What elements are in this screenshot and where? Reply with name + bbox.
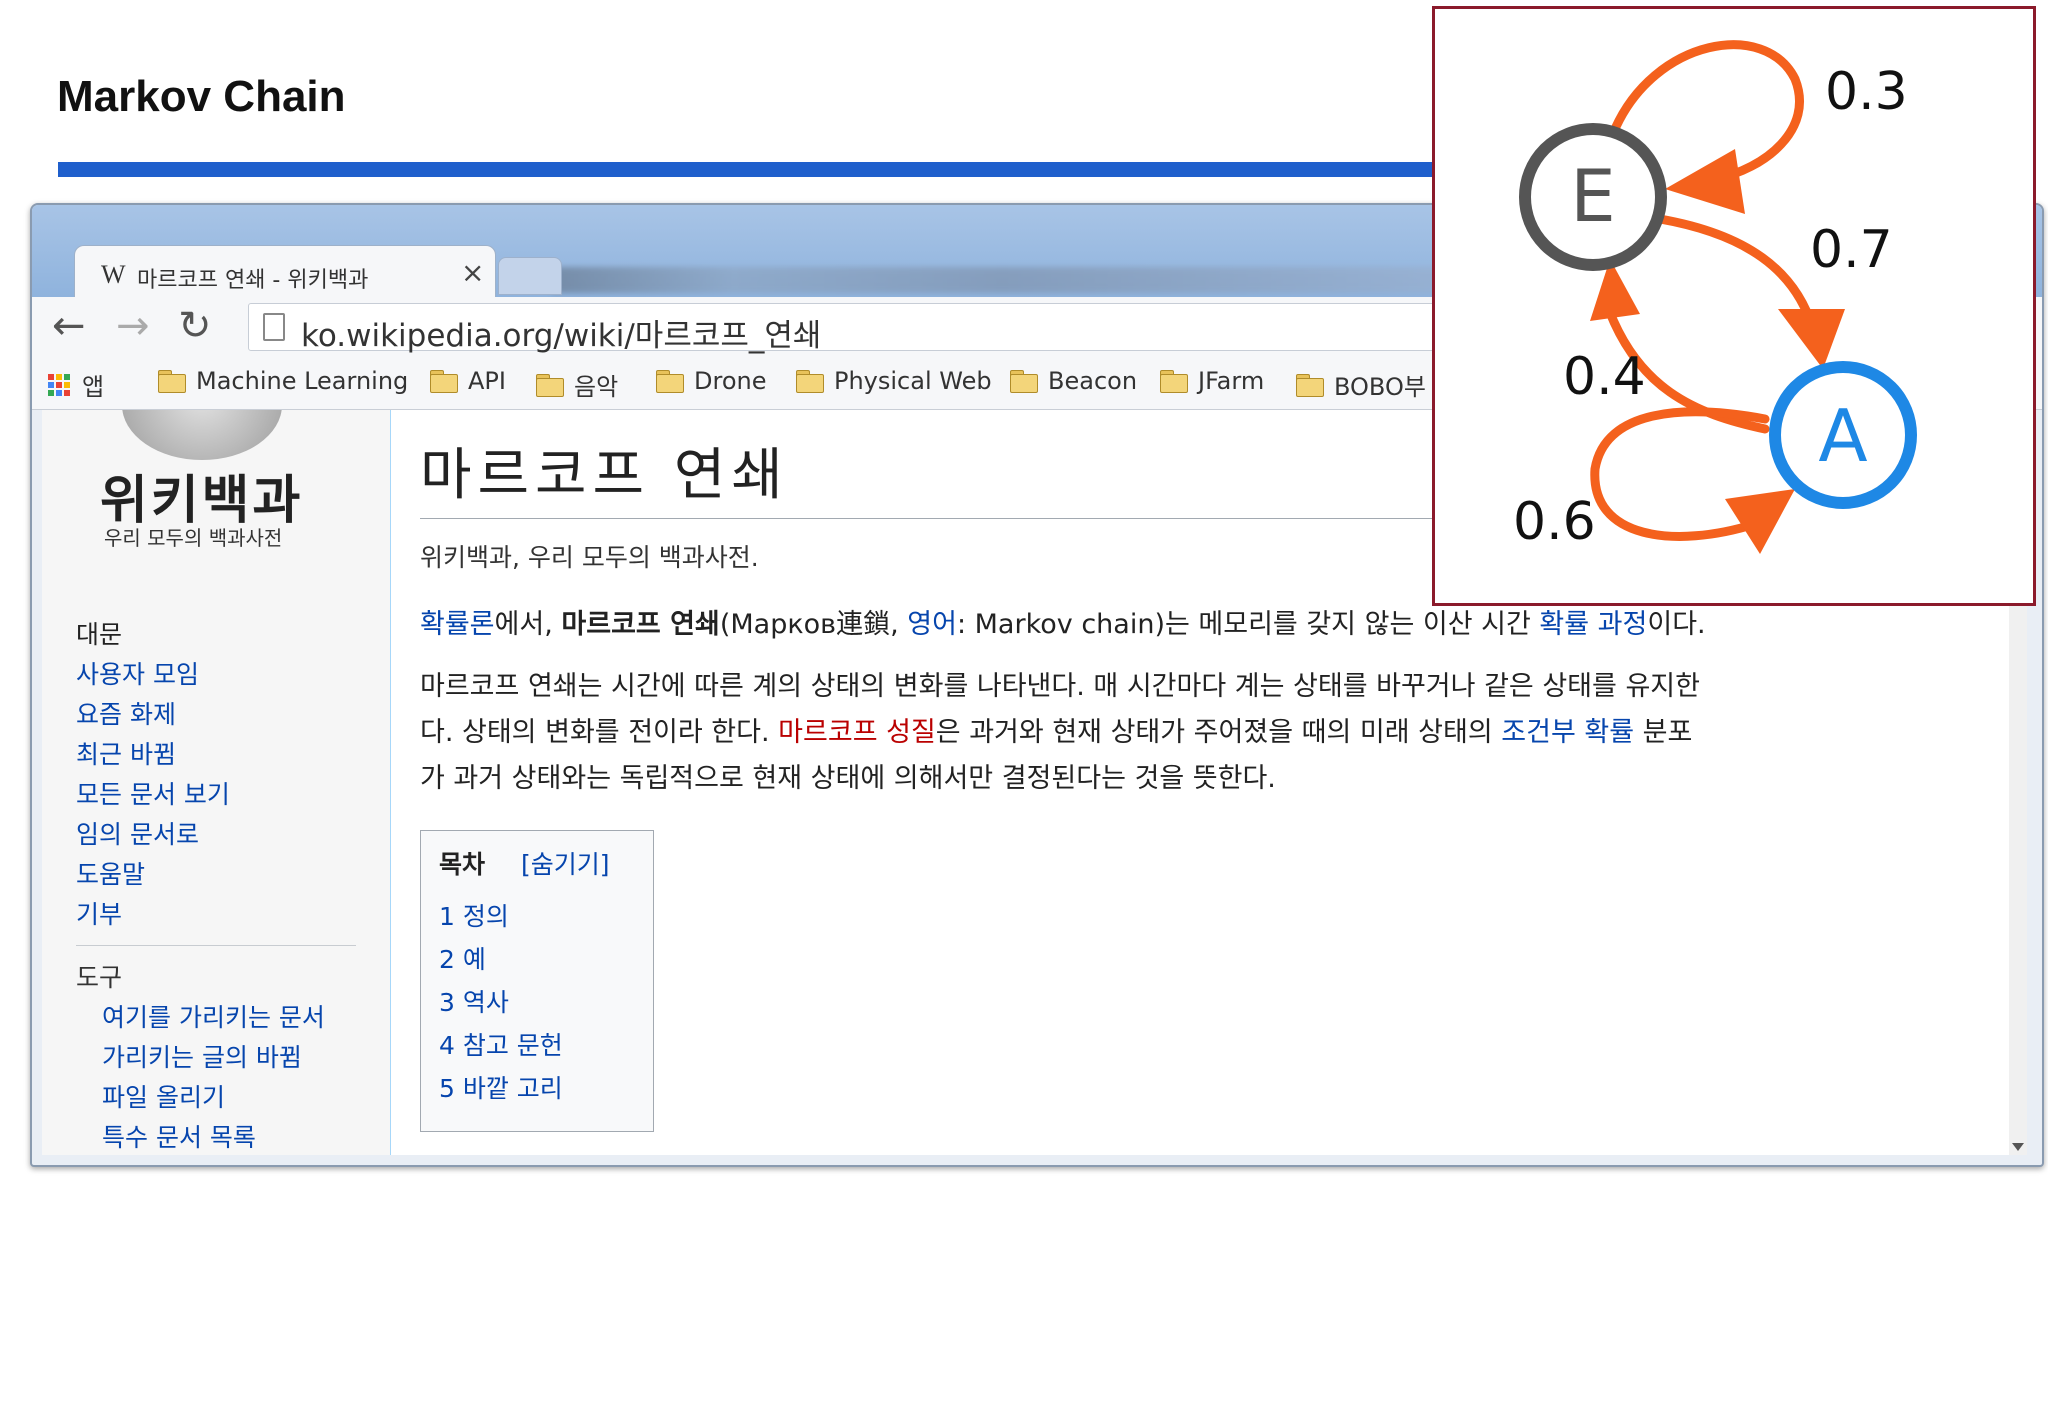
page-icon <box>263 313 285 341</box>
nav-main-page[interactable]: 대문 <box>76 615 122 651</box>
toc-item-history[interactable]: 3 역사 <box>439 983 509 1019</box>
body-paragraph-line-2: 다. 상태의 변화를 전이라 한다. 마르코프 성질은 과거와 현재 상태가 주… <box>420 710 1980 756</box>
bookmark-label: 앱 <box>82 373 105 401</box>
folder-icon <box>536 373 564 397</box>
intro-paragraph: 확률론에서, 마르코프 연쇄(Марков連鎖, 영어: Markov chai… <box>420 602 1980 648</box>
table-of-contents: 목차 [숨기기] 1 정의 2 예 3 역사 4 참고 문헌 5 바깥 고리 <box>420 830 654 1132</box>
nav-recent-changes[interactable]: 최근 바뀜 <box>76 735 176 771</box>
text-segment: 다. 상태의 변화를 전이라 한다. <box>420 717 779 748</box>
prob-e-to-a: 0.7 <box>1810 220 1893 280</box>
text-segment: (Марков連鎖, <box>719 609 908 640</box>
bookmark-apps[interactable]: 앱 <box>48 367 104 402</box>
folder-icon <box>796 370 824 393</box>
tab-title: 마르코프 연쇄 - 위키백과 <box>137 268 369 293</box>
nav-help[interactable]: 도움말 <box>76 855 145 891</box>
article-subtitle: 위키백과, 우리 모두의 백과사전. <box>420 543 759 572</box>
article-title: 마르코프 연쇄 <box>420 443 789 508</box>
toc-item-definition[interactable]: 1 정의 <box>439 897 509 933</box>
folder-icon <box>158 370 186 393</box>
bookmark-label: Physical Web <box>834 367 992 395</box>
bookmark-label: JFarm <box>1198 367 1265 395</box>
reload-icon[interactable]: ↻ <box>178 303 212 349</box>
text-segment: 이다. <box>1647 609 1706 640</box>
wikipedia-favicon-icon: W <box>101 260 126 289</box>
folder-icon <box>656 370 684 393</box>
link-probability-theory[interactable]: 확률론 <box>420 609 495 640</box>
nav-donate[interactable]: 기부 <box>76 895 122 931</box>
toc-hide-toggle[interactable]: [숨기기] <box>521 845 610 881</box>
title-underline <box>58 162 1458 177</box>
state-e-label: E <box>1570 154 1616 238</box>
url-text[interactable]: ko.wikipedia.org/wiki/마르코프_연쇄 <box>301 310 821 355</box>
markov-chain-diagram: E A 0.3 0.7 0.4 0.6 <box>1432 6 2036 606</box>
toc-item-external-links[interactable]: 5 바깥 고리 <box>439 1069 563 1105</box>
bookmark-label: Drone <box>694 367 767 395</box>
folder-icon <box>1010 370 1038 393</box>
folder-icon <box>1296 373 1324 397</box>
close-tab-icon[interactable]: × <box>461 256 484 289</box>
apps-icon <box>48 373 70 396</box>
scroll-down-arrow-icon[interactable] <box>2012 1143 2024 1151</box>
link-stochastic-process[interactable]: 확률 과정 <box>1539 609 1647 640</box>
toc-title: 목차 <box>439 850 486 879</box>
bookmark-drone[interactable]: Drone <box>656 367 766 395</box>
body-paragraph-line-3: 가 과거 상태와는 독립적으로 현재 상태에 의해서만 결정된다는 것을 뜻한다… <box>420 763 1276 794</box>
arrowhead-e-to-e <box>1665 149 1745 214</box>
nav-all-pages[interactable]: 모든 문서 보기 <box>76 775 230 811</box>
text-segment: 은 과거와 현재 상태가 주어졌을 때의 미래 상태의 <box>935 717 1502 748</box>
bookmark-beacon[interactable]: Beacon <box>1010 367 1137 395</box>
text-segment: : Markov chain)는 메모리를 갖지 않는 이산 시간 <box>956 609 1540 640</box>
nav-current-events[interactable]: 요즘 화제 <box>76 695 176 731</box>
tools-heading[interactable]: 도구 <box>76 958 122 994</box>
bold-term: 마르코프 연쇄 <box>561 609 720 640</box>
bookmark-bobo[interactable]: BOBO부 <box>1296 367 1426 402</box>
prob-e-to-e: 0.3 <box>1825 62 1908 122</box>
body-paragraph-line-1: 마르코프 연쇄는 시간에 따른 계의 상태의 변화를 나타낸다. 매 시간마다 … <box>420 671 1700 702</box>
sidebar-divider <box>76 945 356 946</box>
new-tab-button[interactable] <box>498 257 562 295</box>
address-bar[interactable]: ko.wikipedia.org/wiki/마르코프_연쇄 <box>248 303 1450 354</box>
link-markov-property[interactable]: 마르코프 성질 <box>778 717 936 748</box>
text-segment: 분포 <box>1634 717 1693 748</box>
folder-icon <box>430 370 458 393</box>
prob-a-to-a: 0.6 <box>1513 492 1596 552</box>
link-english[interactable]: 영어 <box>907 609 957 640</box>
browser-tab-active[interactable]: W 마르코프 연쇄 - 위키백과 × <box>74 245 496 300</box>
wiki-sidebar: 위키백과 우리 모두의 백과사전 대문 사용자 모임 요즘 화제 최근 바뀜 모… <box>42 410 391 1155</box>
nav-community[interactable]: 사용자 모임 <box>76 655 199 691</box>
tool-upload-file[interactable]: 파일 올리기 <box>102 1078 225 1114</box>
back-arrow-icon[interactable]: ← <box>52 303 86 349</box>
toc-item-examples[interactable]: 2 예 <box>439 940 486 976</box>
slide-title: Markov Chain <box>57 72 346 121</box>
arrowhead-a-to-a <box>1725 489 1795 554</box>
bookmark-label: BOBO부 <box>1334 373 1426 401</box>
tool-related-changes[interactable]: 가리키는 글의 바뀜 <box>102 1038 302 1074</box>
arrowhead-e-to-a <box>1778 309 1845 369</box>
bookmark-physical-web[interactable]: Physical Web <box>796 367 992 395</box>
bookmark-music[interactable]: 음악 <box>536 367 618 402</box>
wikipedia-globe-logo[interactable] <box>122 410 282 460</box>
link-conditional-probability[interactable]: 조건부 확률 <box>1501 717 1634 748</box>
bookmark-label: 음악 <box>574 373 619 401</box>
state-a-label: A <box>1818 394 1867 478</box>
bookmark-api[interactable]: API <box>430 367 506 395</box>
tool-special-pages[interactable]: 특수 문서 목록 <box>102 1118 256 1154</box>
prob-a-to-e: 0.4 <box>1563 347 1646 407</box>
folder-icon <box>1160 370 1188 393</box>
bookmark-label: Beacon <box>1048 367 1138 395</box>
forward-arrow-icon[interactable]: → <box>116 303 150 349</box>
bookmark-jfarm[interactable]: JFarm <box>1160 367 1264 395</box>
text-segment: 에서, <box>494 609 562 640</box>
bookmark-label: Machine Learning <box>196 367 409 395</box>
toc-item-references[interactable]: 4 참고 문헌 <box>439 1026 563 1062</box>
blurred-tab-area <box>552 267 1452 293</box>
tool-what-links-here[interactable]: 여기를 가리키는 문서 <box>102 998 325 1034</box>
nav-random-page[interactable]: 임의 문서로 <box>76 815 199 851</box>
bookmark-label: API <box>468 367 506 395</box>
wiki-tagline: 우리 모두의 백과사전 <box>104 526 283 550</box>
bookmark-machine-learning[interactable]: Machine Learning <box>158 367 408 395</box>
